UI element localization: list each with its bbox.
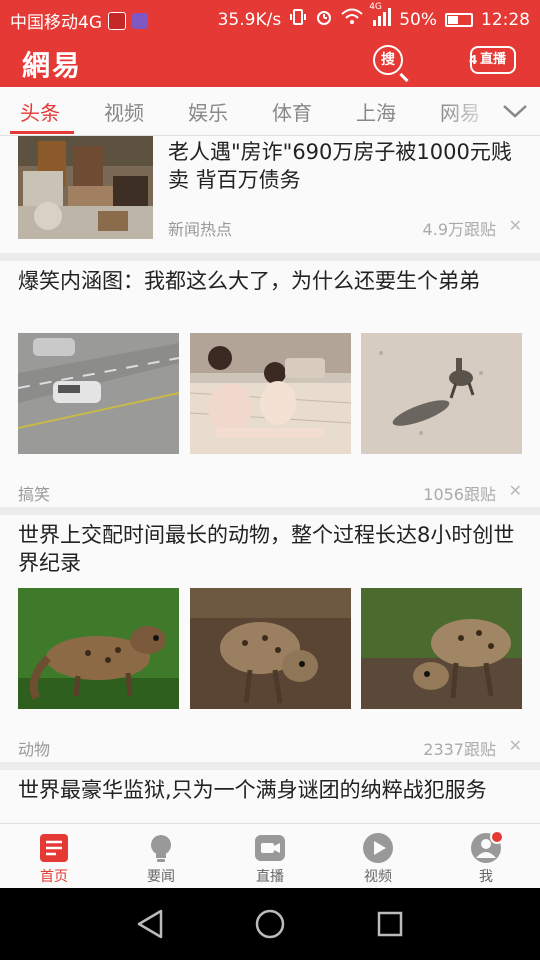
tab-video-label: 视频 bbox=[364, 869, 392, 885]
wifi-icon bbox=[341, 8, 363, 31]
chevron-down-icon bbox=[500, 97, 530, 125]
app-header: 網易 搜 4 直播 bbox=[0, 36, 540, 87]
news-source: 动物 bbox=[18, 740, 51, 759]
play-icon bbox=[362, 832, 394, 864]
news-thumbnail bbox=[361, 333, 522, 454]
home-icon[interactable] bbox=[255, 909, 285, 943]
tab-live-label: 直播 bbox=[256, 869, 284, 885]
app-logo: 網易 bbox=[22, 49, 83, 82]
live-label: 直播 bbox=[479, 52, 506, 67]
lightbulb-icon bbox=[145, 832, 177, 864]
tab-entertainment[interactable]: 娱乐 bbox=[188, 97, 228, 126]
carrier-label: 中国移动4G bbox=[10, 13, 102, 33]
back-icon[interactable] bbox=[135, 908, 165, 944]
news-thumbnail bbox=[18, 136, 153, 239]
news-thumbnail bbox=[361, 588, 522, 709]
dismiss-icon[interactable]: ✕ bbox=[509, 736, 522, 755]
news-item[interactable]: 世界上交配时间最长的动物，整个过程长达8小时创世界纪录 动物 2337跟贴 ✕ bbox=[0, 515, 540, 762]
bottom-tab-bar: 首页 要闻 直播 视频 我 bbox=[0, 823, 540, 889]
status-right: 35.9K/s 4G 50% 12:28 bbox=[217, 2, 530, 31]
news-item[interactable]: 爆笑内涵图：我都这么大了，为什么还要生个弟弟 搞笑 1056跟贴 ✕ bbox=[0, 261, 540, 507]
dismiss-icon[interactable]: ✕ bbox=[509, 216, 522, 235]
tabs-expand-button[interactable] bbox=[500, 97, 530, 125]
battery-icon bbox=[445, 12, 473, 27]
clock: 12:28 bbox=[481, 9, 530, 30]
news-comments: 4.9万跟贴 bbox=[422, 220, 496, 239]
news-title: 世界上交配时间最长的动物，整个过程长达8小时创世界纪录 bbox=[18, 523, 515, 575]
active-tab-indicator bbox=[10, 131, 74, 134]
news-thumbnail bbox=[18, 588, 179, 709]
tab-sports[interactable]: 体育 bbox=[272, 97, 312, 126]
network-speed: 35.9K/s bbox=[217, 9, 282, 30]
status-left: 中国移动4G bbox=[10, 8, 148, 33]
news-thumbnail bbox=[190, 333, 351, 454]
notification-dot bbox=[490, 830, 504, 844]
tab-video[interactable]: 视频 bbox=[343, 830, 413, 886]
news-title: 老人遇"房诈"690万房子被1000元贱卖 背百万债务 bbox=[168, 140, 512, 192]
tab-live[interactable]: 直播 bbox=[235, 830, 305, 886]
tab-video[interactable]: 视频 bbox=[104, 97, 144, 126]
recents-icon[interactable] bbox=[377, 911, 403, 941]
tab-headlines[interactable]: 要闻 bbox=[126, 830, 196, 886]
news-title: 世界最豪华监狱,只为一个满身谜团的纳粹战犯服务 bbox=[18, 778, 487, 802]
tab-me-label: 我 bbox=[479, 869, 493, 885]
divider bbox=[0, 507, 540, 515]
alarm-icon bbox=[315, 8, 333, 31]
tab-me[interactable]: 我 bbox=[451, 830, 521, 886]
news-item[interactable]: 世界最豪华监狱,只为一个满身谜团的纳粹战犯服务 bbox=[0, 770, 540, 823]
news-source: 新闻热点 bbox=[168, 220, 233, 239]
system-nav-bar bbox=[0, 888, 540, 960]
news-item[interactable]: 老人遇"房诈"690万房子被1000元贱卖 背百万债务 新闻热点 4.9万跟贴 … bbox=[0, 136, 540, 253]
tab-home[interactable]: 首页 bbox=[19, 830, 89, 886]
live-count: 4 bbox=[469, 53, 478, 67]
news-thumbnail bbox=[190, 588, 351, 709]
tabs-fade bbox=[440, 87, 500, 135]
netease-app-icon bbox=[108, 11, 126, 30]
tab-headline[interactable]: 头条 bbox=[20, 97, 60, 126]
dismiss-icon[interactable]: ✕ bbox=[509, 481, 522, 500]
search-button[interactable]: 搜 bbox=[373, 45, 403, 75]
profile-icon bbox=[470, 830, 504, 864]
news-title: 爆笑内涵图：我都这么大了，为什么还要生个弟弟 bbox=[18, 269, 480, 293]
camera-icon bbox=[254, 832, 286, 864]
tab-headlines-label: 要闻 bbox=[147, 869, 175, 885]
vibrate-icon bbox=[289, 8, 307, 31]
news-icon bbox=[38, 832, 70, 864]
news-comments: 1056跟贴 bbox=[423, 485, 496, 504]
news-thumbnail bbox=[18, 333, 179, 454]
tab-home-label: 首页 bbox=[40, 869, 68, 885]
channel-tabs: 头条 视频 娱乐 体育 上海 网易 bbox=[0, 87, 540, 136]
news-comments: 2337跟贴 bbox=[423, 740, 496, 759]
news-source: 搞笑 bbox=[18, 485, 51, 504]
divider bbox=[0, 253, 540, 261]
network-type-label: 4G bbox=[369, 2, 382, 12]
tab-shanghai[interactable]: 上海 bbox=[356, 97, 396, 126]
battery-percent: 50% bbox=[399, 9, 437, 30]
divider bbox=[0, 762, 540, 770]
status-bar: 中国移动4G 35.9K/s 4G 50% 12:28 bbox=[0, 0, 540, 36]
gallery-app-icon bbox=[132, 12, 148, 29]
live-button[interactable]: 4 直播 bbox=[469, 46, 516, 74]
news-feed: 老人遇"房诈"690万房子被1000元贱卖 背百万债务 新闻热点 4.9万跟贴 … bbox=[0, 136, 540, 823]
signal-icon: 4G bbox=[369, 2, 392, 31]
